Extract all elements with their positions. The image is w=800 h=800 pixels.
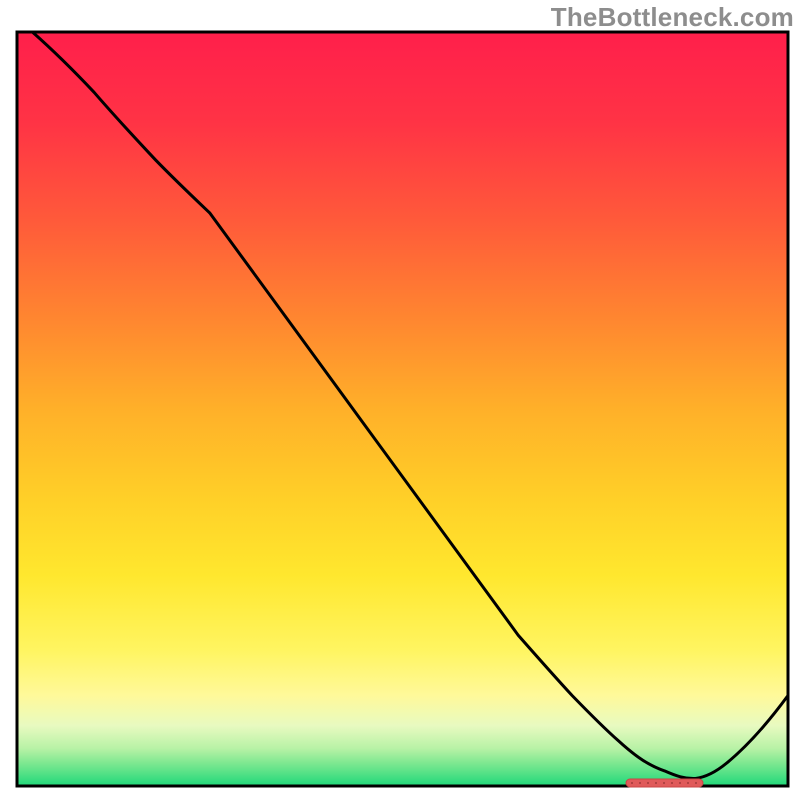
watermark-text: TheBottleneck.com (551, 2, 794, 33)
chart-svg (0, 0, 800, 800)
plot-area (17, 32, 788, 787)
heat-background (17, 32, 788, 786)
chart-canvas: TheBottleneck.com (0, 0, 800, 800)
baseline-marker (626, 779, 703, 787)
